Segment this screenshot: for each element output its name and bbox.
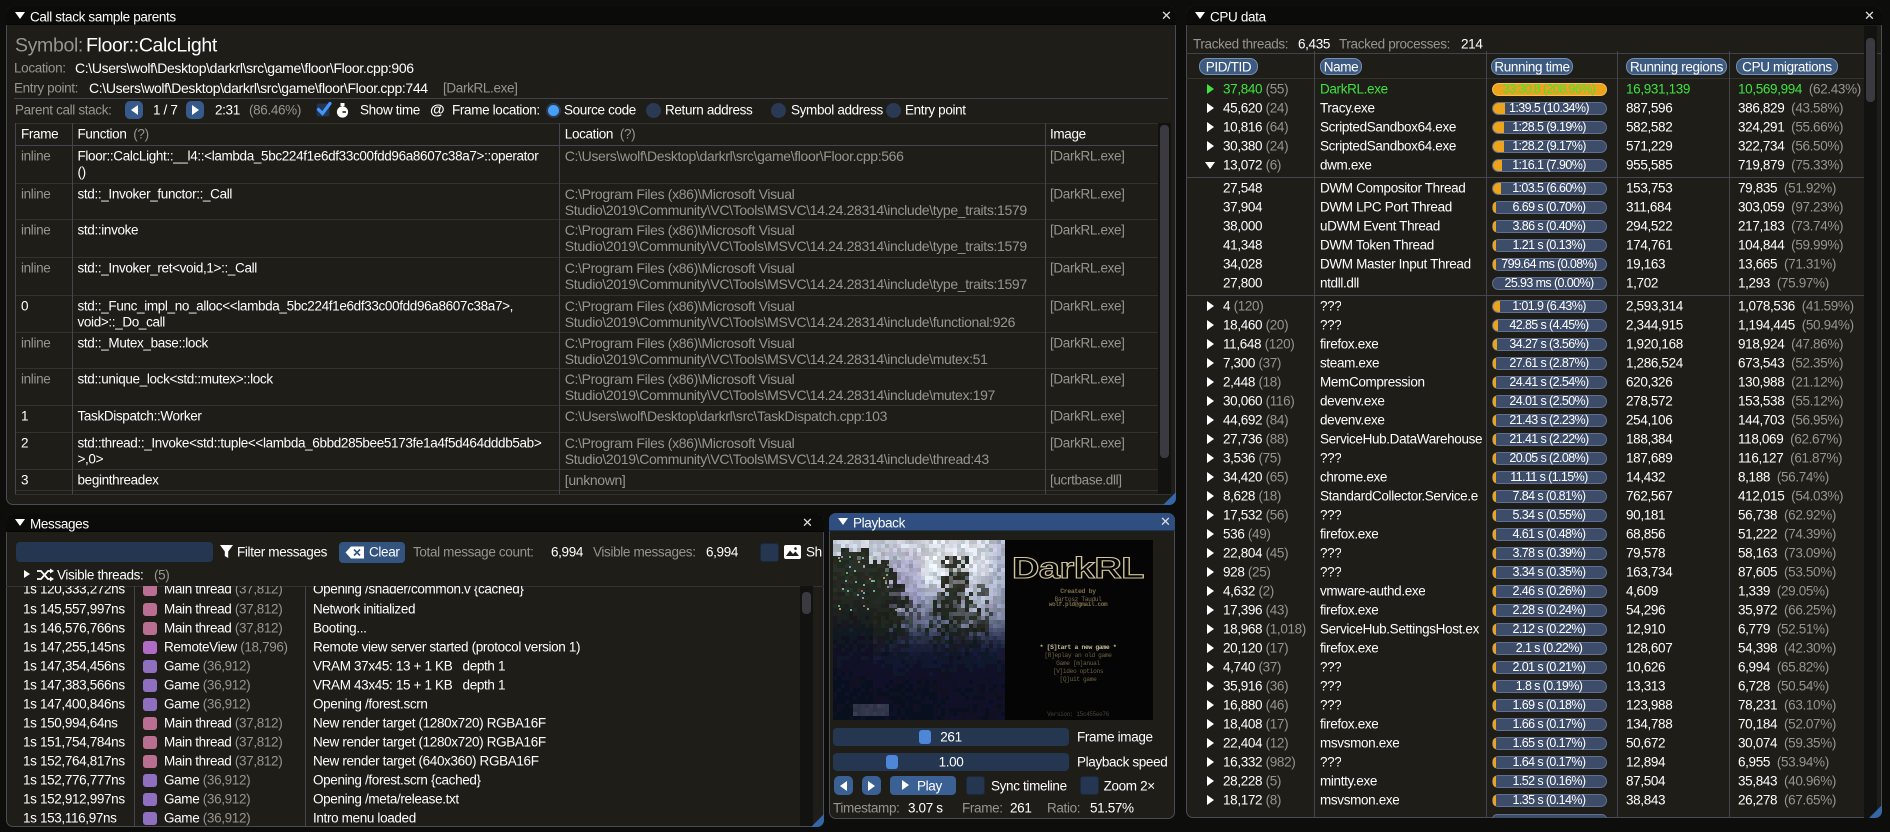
svg-text:Version: 15c455ee76: Version: 15c455ee76 [1047,711,1110,718]
svg-text:Created by: Created by [1060,588,1096,595]
svg-text:* [S]tart a new game *: * [S]tart a new game * [1040,644,1117,651]
svg-text:wolf.pld@gmail.com: wolf.pld@gmail.com [1049,601,1108,608]
svg-text:Game [m]anual: Game [m]anual [1056,660,1100,667]
svg-text:[V]ideo options: [V]ideo options [1053,668,1104,675]
svg-text:[Q]uit game: [Q]uit game [1060,676,1098,683]
svg-text:[R]eplay an old game: [R]eplay an old game [1044,652,1112,659]
svg-text:DarkRL: DarkRL [1012,552,1144,585]
